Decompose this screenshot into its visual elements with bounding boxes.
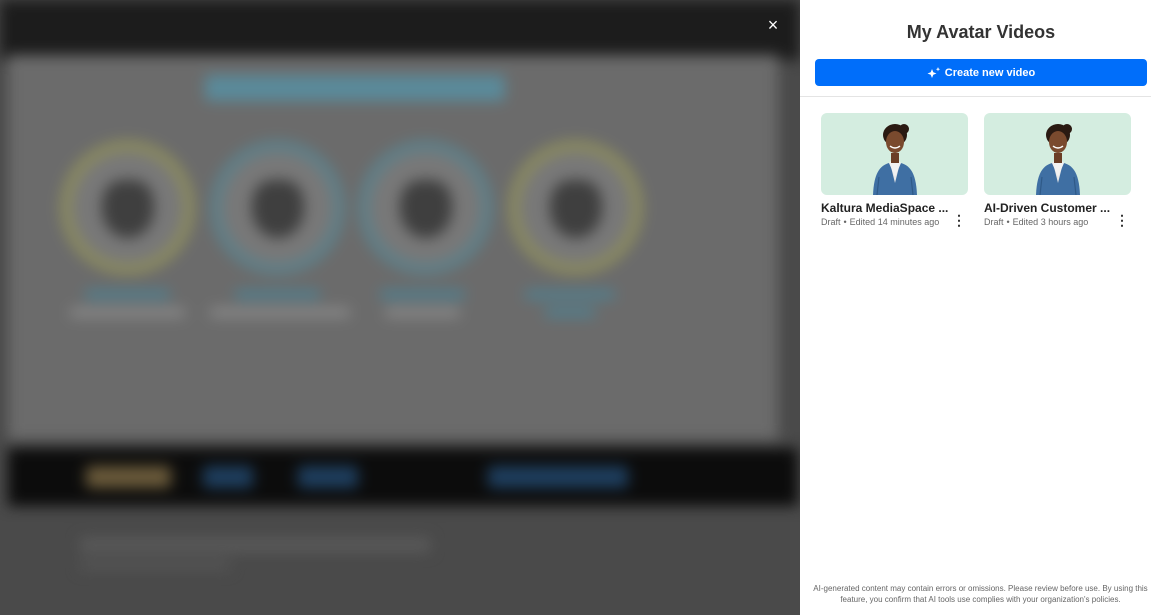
- create-new-video-label: Create new video: [944, 66, 1036, 79]
- more-options-icon[interactable]: ⋮: [952, 212, 966, 228]
- background-shape: [102, 180, 154, 238]
- video-status: Draft: [821, 217, 841, 227]
- background-text: [385, 308, 460, 317]
- background-text: [70, 308, 185, 317]
- video-title[interactable]: AI-Driven Customer ...: [984, 201, 1114, 215]
- background-text: [545, 308, 595, 317]
- background-circle-3: [358, 140, 493, 275]
- status-separator: •: [843, 217, 847, 227]
- video-edited-time: Edited 3 hours ago: [1012, 217, 1089, 227]
- background-circle-2: [210, 140, 345, 275]
- background-text: [235, 290, 320, 299]
- background-control: [488, 466, 628, 488]
- avatar-thumbnail-icon: [1036, 124, 1080, 195]
- background-shape: [252, 180, 304, 238]
- avatar-videos-panel: My Avatar Videos Create new video Kaltur…: [800, 0, 1151, 615]
- background-slide-banner: [205, 75, 505, 101]
- video-card[interactable]: Kaltura MediaSpace ... Draft • Edited 14 m…: [821, 113, 969, 228]
- panel-divider: [800, 96, 1151, 97]
- create-new-video-button[interactable]: Create new video: [815, 59, 1147, 86]
- background-topbar: [0, 0, 800, 60]
- video-thumbnail[interactable]: [821, 113, 968, 195]
- panel-title: My Avatar Videos: [906, 22, 1056, 42]
- close-button[interactable]: ×: [762, 14, 784, 36]
- video-thumbnail[interactable]: [984, 113, 1131, 195]
- background-text: [85, 290, 170, 299]
- background-shape: [400, 180, 452, 238]
- sparkles-icon: [927, 66, 941, 79]
- video-meta: Draft • Edited 14 minutes ago: [821, 216, 941, 228]
- background-circle-1: [60, 140, 195, 275]
- video-status: Draft: [984, 217, 1004, 227]
- more-options-icon[interactable]: ⋮: [1115, 212, 1129, 228]
- background-control: [203, 466, 253, 488]
- video-meta: Draft • Edited 3 hours ago: [984, 216, 1104, 228]
- blurred-background-page: ×: [0, 0, 800, 615]
- video-edited-time: Edited 14 minutes ago: [849, 217, 940, 227]
- background-control: [298, 466, 358, 488]
- video-card[interactable]: AI-Driven Customer ... Draft • Edited 3 ho…: [984, 113, 1132, 228]
- avatar-thumbnail-icon: [873, 124, 917, 195]
- background-player-controls: [8, 448, 798, 506]
- background-text: [525, 290, 615, 299]
- background-page-subtitle: [80, 560, 230, 570]
- background-text: [380, 290, 465, 299]
- status-separator: •: [1006, 217, 1010, 227]
- ai-disclaimer: AI-generated content may contain errors …: [813, 584, 1148, 604]
- background-circle-4: [508, 140, 643, 275]
- background-page-title: [80, 538, 430, 552]
- background-shape: [550, 180, 602, 238]
- background-control: [86, 466, 171, 488]
- video-title[interactable]: Kaltura MediaSpace ...: [821, 201, 951, 215]
- background-blur-layer: [0, 0, 800, 615]
- background-text: [210, 308, 350, 317]
